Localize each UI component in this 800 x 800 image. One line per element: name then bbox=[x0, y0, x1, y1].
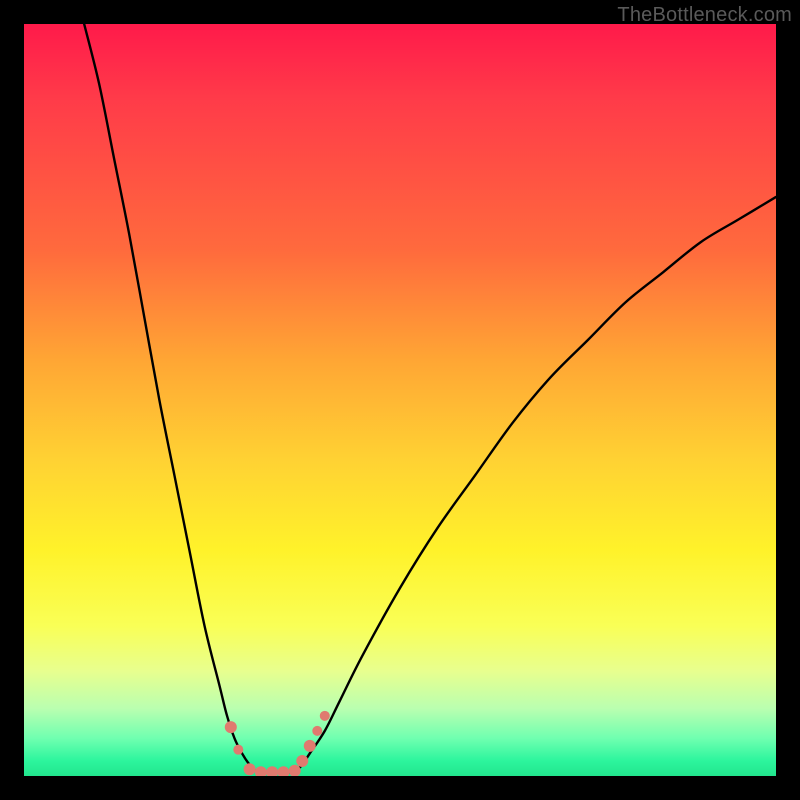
right-curve bbox=[295, 197, 776, 772]
marker-group bbox=[225, 711, 330, 776]
data-marker bbox=[304, 740, 316, 752]
data-marker bbox=[320, 711, 330, 721]
data-marker bbox=[244, 763, 256, 775]
data-marker bbox=[312, 726, 322, 736]
chart-frame bbox=[24, 24, 776, 776]
data-marker bbox=[266, 766, 278, 776]
data-marker bbox=[277, 766, 289, 776]
watermark-text: TheBottleneck.com bbox=[617, 4, 792, 27]
left-curve bbox=[84, 24, 257, 772]
data-marker bbox=[289, 765, 301, 776]
data-marker bbox=[255, 766, 267, 776]
data-marker bbox=[225, 721, 237, 733]
data-marker bbox=[296, 755, 308, 767]
chart-svg bbox=[24, 24, 776, 776]
data-marker bbox=[233, 745, 243, 755]
